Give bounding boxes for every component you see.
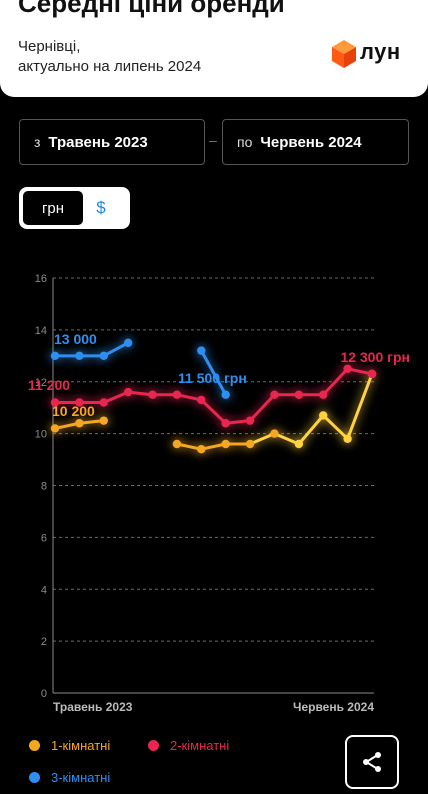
legend-label-3-room: 3-кімнатні xyxy=(51,770,111,785)
data-point xyxy=(197,346,206,355)
legend-item-1-room[interactable]: 1-кімнатні xyxy=(29,738,110,753)
lun-logo: лун xyxy=(330,38,412,70)
data-point xyxy=(367,369,377,379)
data-point xyxy=(99,416,108,425)
date-to-select[interactable]: по Червень 2024 xyxy=(222,119,409,165)
updated-label: актуально на липень 2024 xyxy=(18,58,202,75)
data-point xyxy=(245,439,255,449)
legend-dot-1-room xyxy=(29,740,40,751)
y-tick-label: 4 xyxy=(41,584,47,596)
data-label: 10 200 xyxy=(52,403,95,419)
data-point xyxy=(148,390,157,399)
data-point xyxy=(99,398,108,407)
x-tick-label: Травень 2023 xyxy=(53,700,133,714)
data-point xyxy=(343,364,352,373)
y-tick-label: 6 xyxy=(41,532,47,544)
chart-grid xyxy=(53,277,374,642)
legend-label-2-room: 2-кімнатні xyxy=(170,738,230,753)
x-tick-label: Червень 2024 xyxy=(293,700,374,714)
y-tick-label: 10 xyxy=(35,429,47,441)
data-point xyxy=(245,416,255,425)
data-point xyxy=(221,390,230,399)
series-line xyxy=(346,372,374,441)
data-point xyxy=(343,434,352,444)
legend-item-2-room[interactable]: 2-кімнатні xyxy=(148,738,229,753)
data-point xyxy=(270,390,279,399)
data-point xyxy=(221,419,230,428)
data-label: 13 000 xyxy=(54,331,97,347)
data-label: 11 200 xyxy=(28,377,70,393)
data-label: 12 300 грн xyxy=(340,349,410,365)
date-from-prefix: з xyxy=(34,134,41,150)
header: Середні ціни оренди Чернівці, актуально … xyxy=(0,0,428,97)
data-point xyxy=(221,439,230,449)
date-from-select[interactable]: з Травень 2023 xyxy=(19,119,205,165)
series-line xyxy=(248,393,276,423)
legend-dot-3-room xyxy=(29,772,40,783)
data-point xyxy=(50,424,60,433)
data-point xyxy=(172,439,182,449)
currency-usd-button[interactable]: $ xyxy=(75,190,127,226)
data-point xyxy=(197,395,206,405)
y-tick-label: 14 xyxy=(35,325,47,337)
series-line xyxy=(199,398,228,425)
series-line xyxy=(297,413,325,446)
date-to-prefix: по xyxy=(237,134,253,150)
city-label: Чернівці, xyxy=(18,38,81,55)
chart-annotations: 13 000 11 200 10 200 11 500 грн 12 300 грн xyxy=(28,331,410,419)
series-3 xyxy=(50,338,230,399)
y-tick-label: 8 xyxy=(41,481,47,493)
y-tick-label: 2 xyxy=(41,636,47,648)
data-label: 11 500 грн xyxy=(178,370,247,386)
data-point xyxy=(50,351,60,361)
data-point xyxy=(294,390,304,399)
legend-dot-2-room xyxy=(148,740,159,751)
legend-label-1-room: 1-кімнатні xyxy=(51,738,111,753)
data-point xyxy=(99,351,108,361)
price-chart: 0246810121416Травень 2023 Червень 2024 13… xyxy=(28,273,410,714)
data-point xyxy=(172,390,182,399)
data-point xyxy=(75,419,84,428)
data-point xyxy=(197,444,206,454)
range-separator: – xyxy=(209,132,217,148)
data-point xyxy=(123,338,133,348)
data-point xyxy=(294,439,304,449)
share-icon xyxy=(363,752,381,772)
date-to-value: Червень 2024 xyxy=(260,133,362,151)
data-point xyxy=(75,351,84,361)
date-from-value: Травень 2023 xyxy=(48,133,148,151)
legend-item-3-room[interactable]: 3-кімнатні xyxy=(29,770,110,785)
chart-series xyxy=(50,338,377,454)
data-point xyxy=(270,429,279,438)
share-button[interactable] xyxy=(345,735,399,789)
subtitle: Чернівці, актуально на липень 2024 xyxy=(18,37,201,77)
page-title: Середні ціни оренди xyxy=(18,0,285,18)
data-point xyxy=(319,411,328,420)
currency-toggle: грн $ xyxy=(19,187,130,229)
data-point xyxy=(319,390,328,399)
series-line xyxy=(321,413,350,441)
data-point xyxy=(123,387,133,397)
logo-text: лун xyxy=(360,39,401,64)
y-tick-label: 16 xyxy=(35,273,47,285)
lun-cube-icon xyxy=(332,40,356,68)
y-tick-label: 0 xyxy=(41,688,47,700)
